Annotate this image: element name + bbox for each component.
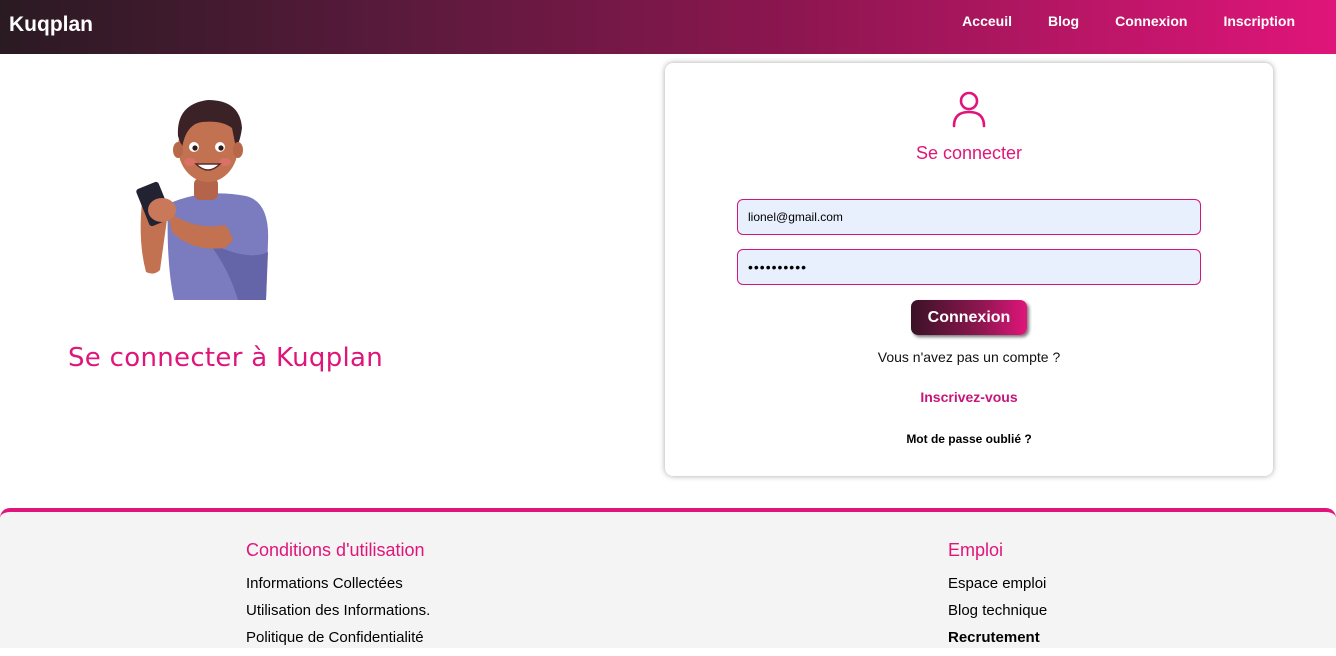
footer: Conditions d'utilisation Informations Co…: [0, 508, 1336, 648]
nav-link-connexion[interactable]: Connexion: [1115, 13, 1187, 29]
signup-link[interactable]: Inscrivez-vous: [665, 389, 1273, 405]
footer-link-collected-info[interactable]: Informations Collectées: [246, 575, 430, 602]
cheek-left: [184, 158, 196, 166]
hero-title: Se connecter à Kuqplan: [68, 343, 384, 373]
cheek-right: [219, 158, 231, 166]
login-title: Se connecter: [915, 143, 1023, 163]
footer-link-privacy[interactable]: Politique de Confidentialité: [246, 629, 430, 656]
person-with-phone-illustration: [136, 100, 269, 300]
nav-link-inscription[interactable]: Inscription: [1223, 13, 1295, 29]
nav-link-blog[interactable]: Blog: [1048, 13, 1079, 29]
footer-heading-terms: Conditions d'utilisation: [246, 540, 425, 560]
top-navbar: Kuqplan Acceuil Blog Connexion Inscripti…: [0, 0, 1336, 54]
user-icon: [952, 91, 986, 128]
login-button[interactable]: Connexion: [911, 300, 1027, 335]
pupil-right: [218, 145, 224, 151]
footer-link-tech-blog[interactable]: Blog technique: [948, 602, 1047, 629]
nav-link-acceuil[interactable]: Acceuil: [962, 13, 1012, 29]
email-field[interactable]: [737, 199, 1201, 235]
password-field[interactable]: [737, 249, 1201, 285]
pupil-left: [192, 145, 198, 151]
footer-link-info-usage[interactable]: Utilisation des Informations.: [246, 602, 430, 629]
nav-links: Acceuil Blog Connexion Inscription: [926, 13, 1295, 29]
brand-logo[interactable]: Kuqplan: [9, 13, 93, 37]
footer-column-jobs: Emploi Espace emploi Blog technique Recr…: [948, 540, 1047, 656]
ear-right: [233, 142, 243, 158]
footer-link-recruitment[interactable]: Recrutement: [948, 629, 1047, 656]
no-account-text: Vous n'avez pas un compte ?: [877, 349, 1061, 365]
footer-link-job-space[interactable]: Espace emploi: [948, 575, 1047, 602]
ear-left: [173, 142, 183, 158]
login-card: Se connecter Connexion Vous n'avez pas u…: [665, 63, 1273, 476]
forgot-password-link[interactable]: Mot de passe oublié ?: [665, 432, 1273, 446]
footer-heading-jobs: Emploi: [948, 540, 1004, 560]
hand-shape: [148, 198, 176, 222]
footer-column-terms: Conditions d'utilisation Informations Co…: [246, 540, 430, 656]
